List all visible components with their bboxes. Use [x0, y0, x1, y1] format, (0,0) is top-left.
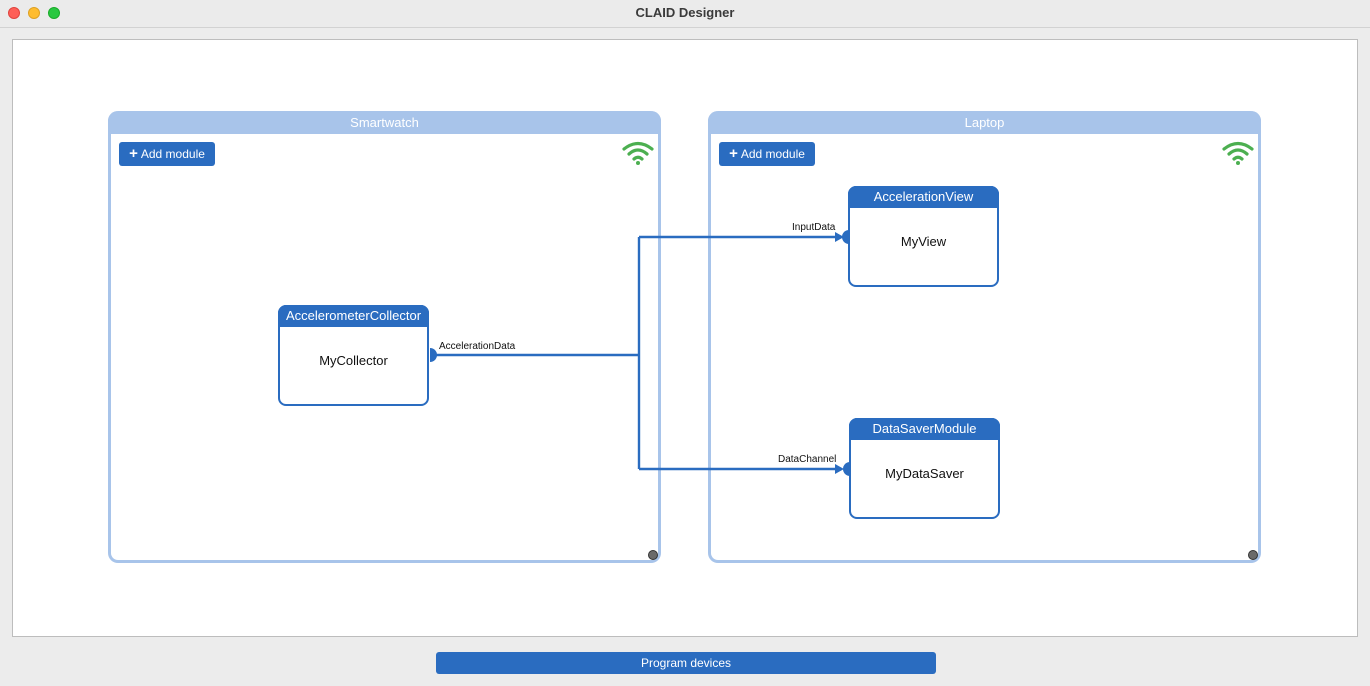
- add-module-label: Add module: [140, 147, 205, 161]
- device-header-smartwatch[interactable]: Smartwatch: [108, 111, 661, 134]
- channel-label-data-channel: DataChannel: [778, 454, 837, 465]
- module-type-label: AccelerometerCollector: [278, 305, 429, 327]
- designer-canvas[interactable]: Smartwatch + Add module Laptop + Add modul…: [12, 39, 1358, 637]
- plus-icon: +: [729, 145, 738, 162]
- module-instance-name: MyDataSaver: [885, 466, 964, 481]
- module-instance-name: MyCollector: [319, 353, 388, 368]
- add-module-button-laptop[interactable]: + Add module: [719, 142, 815, 166]
- module-accelerometer-collector[interactable]: AccelerometerCollector MyCollector: [278, 305, 429, 406]
- wifi-icon: [1222, 141, 1254, 165]
- program-devices-button[interactable]: Program devices: [436, 652, 936, 674]
- module-type-label: AccelerationView: [848, 186, 999, 208]
- module-type-label: DataSaverModule: [849, 418, 1000, 440]
- module-data-saver[interactable]: DataSaverModule MyDataSaver: [849, 418, 1000, 519]
- window-title: CLAID Designer: [635, 5, 735, 20]
- device-header-laptop[interactable]: Laptop: [708, 111, 1261, 134]
- channel-label-acceleration-data: AccelerationData: [439, 341, 516, 352]
- module-instance-name: MyView: [900, 234, 947, 249]
- add-module-button-smartwatch[interactable]: + Add module: [119, 142, 215, 166]
- resize-handle-laptop[interactable]: [1248, 550, 1258, 560]
- module-acceleration-view[interactable]: AccelerationView MyView: [848, 186, 999, 287]
- wifi-icon: [622, 141, 654, 165]
- app-window: CLAID Designer Smartwatch + Add module La…: [0, 0, 1370, 686]
- channel-label-input-data: InputData: [792, 222, 836, 233]
- add-module-label: Add module: [740, 147, 805, 161]
- resize-handle-smartwatch[interactable]: [648, 550, 658, 560]
- title-bar: CLAID Designer: [0, 0, 1370, 28]
- plus-icon: +: [129, 145, 138, 162]
